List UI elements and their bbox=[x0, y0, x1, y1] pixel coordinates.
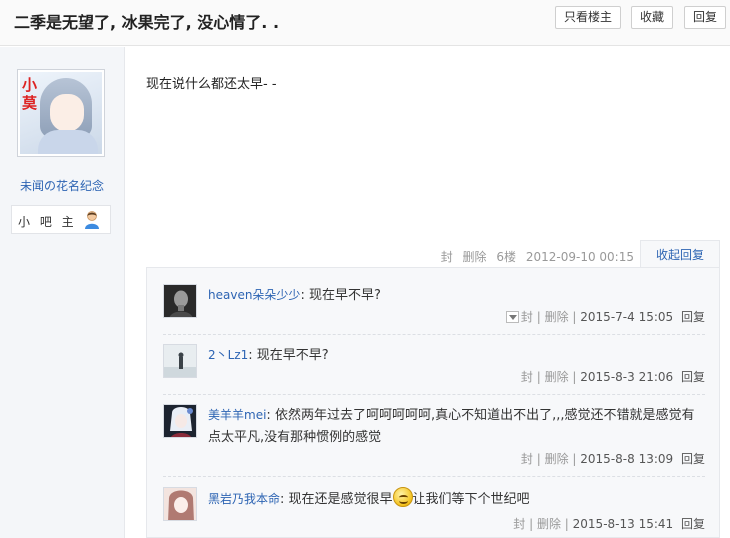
reply-time: 2015-8-8 13:09 bbox=[580, 452, 674, 466]
thread-title: 二季是无望了, 冰果完了, 没心情了. . bbox=[14, 13, 280, 32]
reply-time: 2015-7-4 15:05 bbox=[580, 310, 674, 324]
reply-username[interactable]: 2丶Lz1 bbox=[208, 348, 248, 362]
delete-link[interactable]: 删除 bbox=[463, 250, 487, 264]
reply-actions[interactable]: 封 | 删除 | bbox=[521, 452, 577, 466]
avatar-image: 小莫 bbox=[20, 72, 102, 154]
reply-divider bbox=[163, 334, 705, 335]
reply-avatar-image bbox=[164, 345, 196, 377]
reply-button[interactable]: 回复 bbox=[684, 6, 727, 29]
reply-username[interactable]: heaven朵朵少少 bbox=[208, 288, 300, 302]
reply-reply-link[interactable]: 回复 bbox=[681, 452, 705, 466]
post-meta: 封 删除 6楼 2012-09-10 00:15 bbox=[435, 248, 634, 265]
reply-avatar-image bbox=[164, 405, 196, 437]
reply-meta: 封 | 删除 | 2015-8-8 13:09 回复 bbox=[521, 450, 705, 467]
reply-reply-link[interactable]: 回复 bbox=[681, 517, 705, 531]
reply-text: 现在早不早? bbox=[256, 348, 329, 363]
author-avatar[interactable]: 小莫 bbox=[17, 69, 105, 157]
smile-emoji-icon bbox=[392, 487, 413, 507]
reply-avatar-image bbox=[164, 488, 196, 520]
reply-username[interactable]: 黑岩乃我本命 bbox=[208, 492, 280, 506]
reply-divider bbox=[163, 394, 705, 395]
reply-actions[interactable]: 封 | 删除 | bbox=[521, 310, 577, 324]
reply-text: 现在早不早? bbox=[308, 288, 381, 303]
author-sidebar: 小莫 未闻の花名纪念 小 吧 主 bbox=[0, 47, 125, 538]
thread-header: 二季是无望了, 冰果完了, 没心情了. . 只看楼主 收藏 回复 bbox=[0, 0, 730, 46]
reply-text: 依然两年过去了呵呵呵呵呵,真心不知道出不出了,,,感觉还不错就是感觉有点太平凡,… bbox=[208, 408, 695, 445]
reply-reply-link[interactable]: 回复 bbox=[681, 370, 705, 384]
reply-avatar[interactable] bbox=[163, 404, 197, 438]
favorite-button[interactable]: 收藏 bbox=[631, 6, 674, 29]
floor-number: 6楼 bbox=[496, 250, 517, 264]
reply-avatar[interactable] bbox=[163, 344, 197, 378]
reply-avatar-image bbox=[164, 285, 196, 317]
reply-text: 现在还是感觉很早 bbox=[288, 492, 393, 507]
collapse-replies-tab[interactable]: 收起回复 bbox=[640, 240, 720, 268]
reply-actions[interactable]: 封 | 删除 | bbox=[513, 517, 569, 531]
reply-divider bbox=[163, 476, 705, 477]
reply-avatar[interactable] bbox=[163, 487, 197, 521]
ban-link[interactable]: 封 bbox=[441, 250, 453, 264]
reply-username[interactable]: 美羊羊mei bbox=[208, 408, 266, 422]
role-badge: 小 吧 主 bbox=[11, 205, 111, 234]
reply-meta: 封 | 删除 | 2015-8-3 21:06 回复 bbox=[521, 368, 705, 385]
reply-meta: 封 | 删除 | 2015-8-13 15:41 回复 bbox=[513, 515, 705, 532]
post-content: 现在说什么都还太早- - bbox=[146, 77, 277, 92]
reply-avatar[interactable] bbox=[163, 284, 197, 318]
reply-text-continued: 让我们等下个世纪吧 bbox=[412, 492, 530, 507]
reply-time: 2015-8-13 15:41 bbox=[572, 517, 674, 531]
dropdown-icon[interactable] bbox=[505, 311, 519, 323]
author-name-link[interactable]: 未闻の花名纪念 bbox=[0, 177, 124, 194]
moderator-icon bbox=[85, 211, 99, 229]
reply-list: heaven朵朵少少: 现在早不早? 封 | 删除 | 2015-7-4 15:… bbox=[146, 267, 720, 538]
reply-meta: 封 | 删除 | 2015-7-4 15:05 回复 bbox=[505, 308, 705, 325]
reply-reply-link[interactable]: 回复 bbox=[681, 310, 705, 324]
role-label: 小 吧 主 bbox=[18, 215, 77, 229]
reply-actions[interactable]: 封 | 删除 | bbox=[521, 370, 577, 384]
only-op-button[interactable]: 只看楼主 bbox=[555, 6, 622, 29]
avatar-mark: 小莫 bbox=[22, 76, 38, 112]
reply-time: 2015-8-3 21:06 bbox=[580, 370, 674, 384]
post-time: 2012-09-10 00:15 bbox=[525, 250, 634, 264]
